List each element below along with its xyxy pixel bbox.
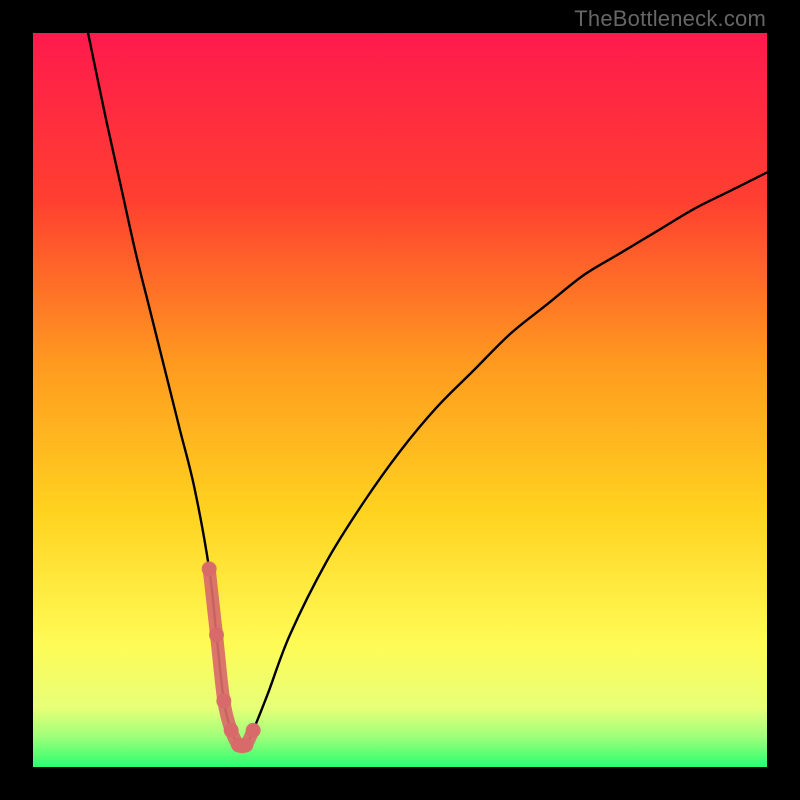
watermark-text: TheBottleneck.com xyxy=(574,6,766,32)
optimal-range-point xyxy=(209,627,224,642)
optimal-range-stroke xyxy=(209,569,253,747)
bottleneck-curve-path xyxy=(88,33,767,747)
curve-layer xyxy=(33,33,767,767)
chart-stage: TheBottleneck.com xyxy=(0,0,800,800)
optimal-range-point xyxy=(238,737,253,752)
optimal-range-markers xyxy=(202,561,261,752)
optimal-range-point xyxy=(202,561,217,576)
optimal-range-point xyxy=(246,723,261,738)
optimal-range-point xyxy=(216,693,231,708)
plot-area xyxy=(33,33,767,767)
bottleneck-curve xyxy=(88,33,767,747)
optimal-range-point xyxy=(224,723,239,738)
